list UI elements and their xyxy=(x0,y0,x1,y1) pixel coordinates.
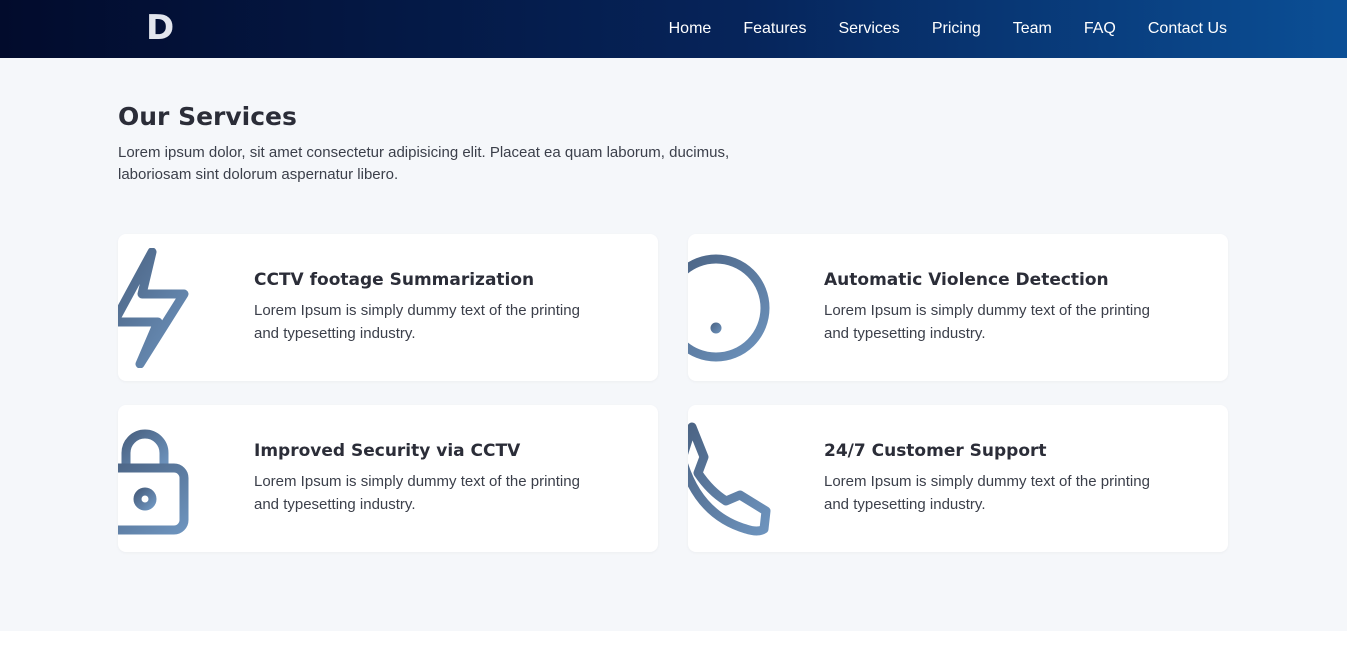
service-card-support: 24/7 Customer Support Lorem Ipsum is sim… xyxy=(688,405,1228,552)
card-text: Lorem Ipsum is simply dummy text of the … xyxy=(824,473,1150,513)
section-description: Lorem ipsum dolor, sit amet consectetur … xyxy=(118,144,730,183)
services-section: Our Services Lorem ipsum dolor, sit amet… xyxy=(0,58,1347,631)
card-text: Lorem Ipsum is simply dummy text of the … xyxy=(254,473,580,513)
logo[interactable]: D xyxy=(146,8,174,48)
nav-features[interactable]: Features xyxy=(743,20,806,38)
service-card-security: Improved Security via CCTV Lorem Ipsum i… xyxy=(118,405,658,552)
nav-services[interactable]: Services xyxy=(838,20,899,38)
service-card-summarization: CCTV footage Summarization Lorem Ipsum i… xyxy=(118,234,658,381)
nav-menu: Home Features Services Pricing Team FAQ … xyxy=(637,0,1227,58)
page-footer-edge xyxy=(0,631,1347,648)
section-title: Our Services xyxy=(118,102,297,131)
alert-circle-icon xyxy=(688,248,778,368)
nav-home[interactable]: Home xyxy=(669,20,712,38)
card-title: Improved Security via CCTV xyxy=(254,441,521,461)
card-text: Lorem Ipsum is simply dummy text of the … xyxy=(254,302,580,342)
nav-faq[interactable]: FAQ xyxy=(1084,20,1116,38)
nav-pricing[interactable]: Pricing xyxy=(932,20,981,38)
card-title: 24/7 Customer Support xyxy=(824,441,1047,461)
card-text: Lorem Ipsum is simply dummy text of the … xyxy=(824,302,1150,342)
nav-contact-us[interactable]: Contact Us xyxy=(1148,20,1227,38)
card-title: Automatic Violence Detection xyxy=(824,270,1109,290)
phone-icon xyxy=(688,419,778,539)
service-card-violence-detection: Automatic Violence Detection Lorem Ipsum… xyxy=(688,234,1228,381)
lock-icon xyxy=(118,419,208,539)
nav-team[interactable]: Team xyxy=(1013,20,1052,38)
card-title: CCTV footage Summarization xyxy=(254,270,535,290)
lightning-icon xyxy=(118,248,208,368)
navbar: D Home Features Services Pricing Team FA… xyxy=(0,0,1347,58)
